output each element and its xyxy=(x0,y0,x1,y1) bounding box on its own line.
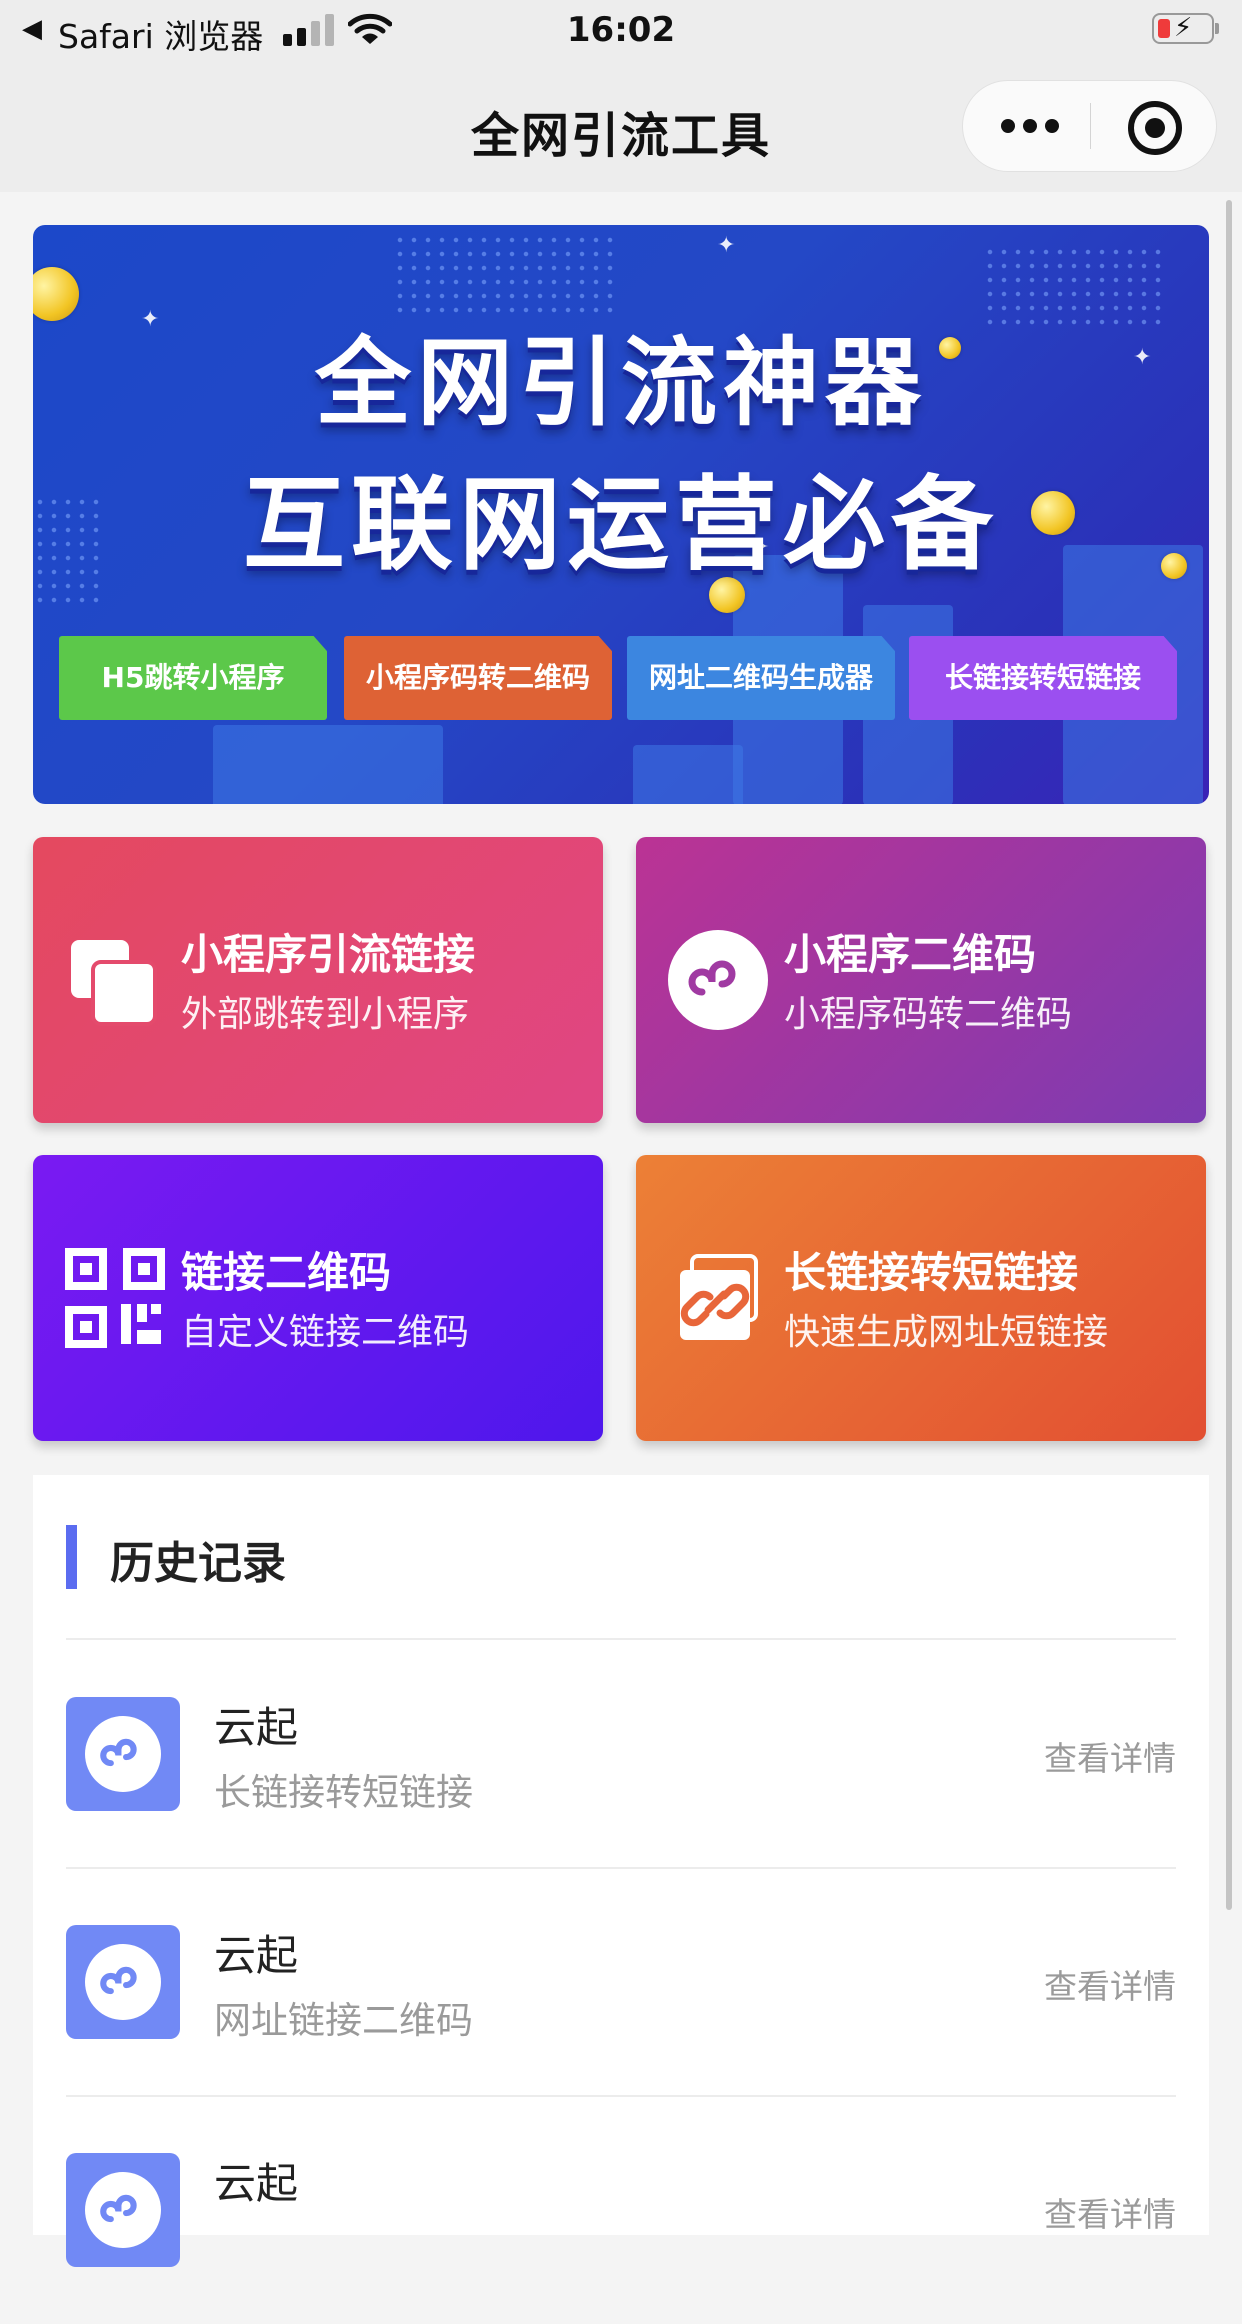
scrollbar[interactable] xyxy=(1226,200,1232,1910)
banner-subheadline: 互联网运营必备 xyxy=(243,466,999,585)
history-item-name: 云起 xyxy=(214,1931,299,1980)
nav-bar: 全网引流工具 xyxy=(0,62,1242,192)
city-block-decoration xyxy=(633,745,743,804)
mini-program-close-icon[interactable] xyxy=(1128,101,1182,155)
feature-subtitle: 快速生成网址短链接 xyxy=(784,1312,1109,1353)
dot-pattern-decoration xyxy=(393,233,613,313)
section-accent-bar xyxy=(66,1525,77,1589)
mini-program-logo-icon xyxy=(66,1925,180,2039)
city-block-decoration xyxy=(213,725,443,804)
more-dots-icon[interactable] xyxy=(1001,81,1069,171)
capsule-divider xyxy=(1090,103,1091,149)
banner-tag-h5: H5跳转小程序 xyxy=(59,636,327,720)
mini-program-logo-icon xyxy=(668,930,768,1030)
feature-subtitle: 外部跳转到小程序 xyxy=(181,994,470,1035)
feature-card-miniprogram-link[interactable]: 小程序引流链接 外部跳转到小程序 xyxy=(33,837,603,1123)
promo-banner[interactable]: ✦ ✦ ✦ ✦ 全网引流神器 互联网运营必备 H5跳转小程序 小程序码转二维码 … xyxy=(33,225,1209,804)
history-title: 历史记录 xyxy=(110,1538,286,1589)
battery-charging-icon: ⚡ xyxy=(1152,13,1219,44)
copy-squares-icon xyxy=(71,940,157,1026)
view-details-link[interactable]: 查看详情 xyxy=(1044,1960,1176,2008)
feature-title: 小程序引流链接 xyxy=(181,930,476,979)
history-item-desc: 长链接转短链接 xyxy=(214,1771,473,1814)
sparkle-icon: ✦ xyxy=(717,233,736,258)
mini-program-capsule xyxy=(962,80,1217,172)
clock-time: 16:02 xyxy=(566,10,676,50)
banner-headline: 全网引流神器 xyxy=(315,327,927,439)
history-item-name: 云起 xyxy=(214,2159,299,2208)
banner-tag-url-qr: 网址二维码生成器 xyxy=(627,636,895,720)
qr-code-icon xyxy=(65,1248,165,1348)
feature-subtitle: 小程序码转二维码 xyxy=(784,994,1073,1035)
banner-tag-miniprogram-qr: 小程序码转二维码 xyxy=(344,636,612,720)
history-section: 历史记录 云起 长链接转短链接 查看详情 云起 网址链接二维码 查看详情 云起 … xyxy=(33,1475,1209,2267)
feature-card-miniprogram-qr[interactable]: 小程序二维码 小程序码转二维码 xyxy=(636,837,1206,1123)
history-row[interactable]: 云起 长链接转短链接 查看详情 xyxy=(66,1640,1176,1868)
feature-subtitle: 自定义链接二维码 xyxy=(181,1312,470,1353)
mini-program-logo-icon xyxy=(66,2153,180,2267)
view-details-link[interactable]: 查看详情 xyxy=(1044,1732,1176,1780)
history-item-desc: 网址链接二维码 xyxy=(214,1999,473,2042)
status-bar: ◀ Safari 浏览器 16:02 ⚡ xyxy=(0,0,1242,62)
view-details-link[interactable]: 查看详情 xyxy=(1044,2188,1176,2236)
feature-card-short-link[interactable]: 长链接转短链接 快速生成网址短链接 xyxy=(636,1155,1206,1441)
history-row[interactable]: 云起 查看详情 xyxy=(66,2096,1176,2324)
feature-title: 小程序二维码 xyxy=(784,930,1037,979)
feature-title: 长链接转短链接 xyxy=(784,1248,1079,1297)
link-chain-icon xyxy=(680,1254,758,1340)
mini-program-logo-icon xyxy=(66,1697,180,1811)
feature-card-link-qr[interactable]: 链接二维码 自定义链接二维码 xyxy=(33,1155,603,1441)
banner-tag-short-link: 长链接转短链接 xyxy=(909,636,1177,720)
history-row[interactable]: 云起 网址链接二维码 查看详情 xyxy=(66,1868,1176,2096)
history-item-name: 云起 xyxy=(214,1703,299,1752)
feature-title: 链接二维码 xyxy=(181,1248,392,1297)
